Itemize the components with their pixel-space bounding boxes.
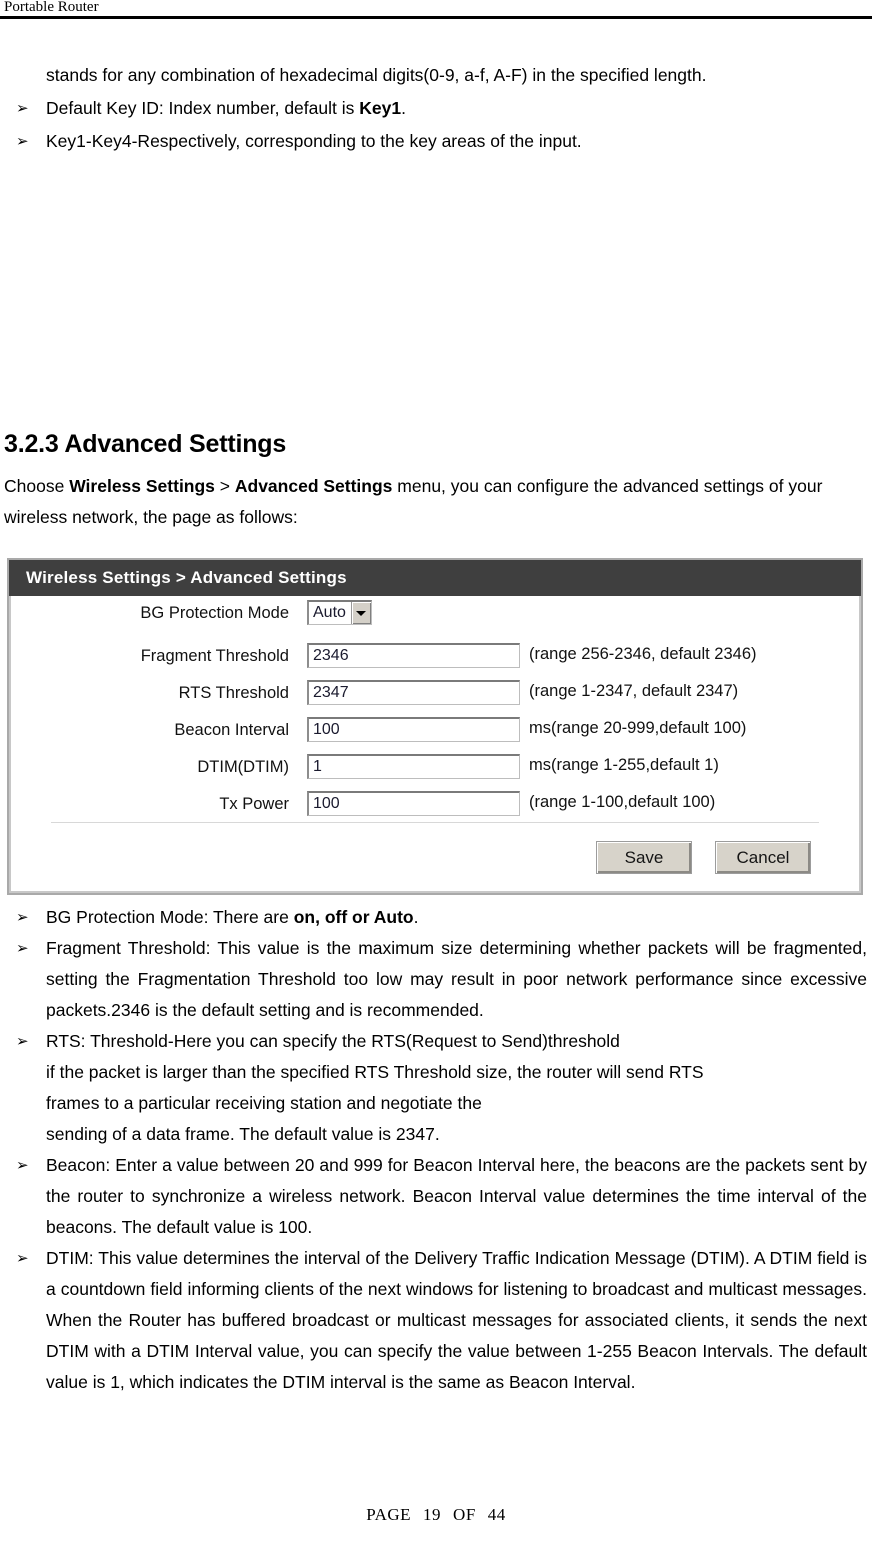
list-item-text: Beacon: Enter a value between 20 and 999… [46, 1155, 867, 1237]
list-item: ➢ BG Protection Mode: There are on, off o… [0, 902, 872, 933]
fragment-threshold-hint: (range 256-2346, default 2346) [529, 645, 757, 663]
form-row-rts-threshold: RTS Threshold 2347 (range 1-2347, defaul… [11, 676, 859, 713]
rts-threshold-field: 2347 [307, 680, 520, 705]
arrow-bullet-icon: ➢ [16, 99, 29, 117]
tx-power-label: Tx Power [219, 795, 289, 813]
header-rule [0, 16, 872, 19]
list-item-emphasis: on, off or Auto [293, 907, 414, 927]
page-title: 3.2.3 Advanced Settings [4, 430, 287, 458]
dtim-hint: ms(range 1-255,default 1) [529, 756, 719, 774]
fragment-threshold-input[interactable]: 2346 [307, 643, 520, 668]
form-row-tx-power: Tx Power 100 (range 1-100,default 100) [11, 787, 859, 824]
list-item-line: sending of a data frame. The default val… [46, 1124, 440, 1144]
list-item: ➢ Fragment Threshold: This value is the m… [0, 933, 872, 1026]
list-item: ➢ DTIM: This value determines the interva… [0, 1243, 872, 1398]
running-header: Portable Router [0, 0, 872, 16]
beacon-interval-input[interactable]: 100 [307, 717, 520, 742]
list-item-text: Key1-Key4-Respectively, corresponding to… [46, 131, 582, 151]
beacon-interval-field: 100 [307, 717, 520, 742]
upper-content: stands for any combination of hexadecima… [0, 22, 872, 157]
rts-threshold-hint: (range 1-2347, default 2347) [529, 682, 739, 700]
arrow-bullet-icon: ➢ [16, 1032, 29, 1050]
footer-page-number: 19 [423, 1505, 442, 1524]
form-row-fragment-threshold: Fragment Threshold 2346 (range 256-2346,… [11, 639, 859, 676]
list-item-text: DTIM: This value determines the interval… [46, 1248, 867, 1392]
list-item: ➢ Key1-Key4-Respectively, corresponding t… [0, 126, 872, 157]
intro-separator: > [214, 476, 235, 496]
intro-menu-path-1: Wireless Settings [69, 476, 215, 496]
list-item: ➢ RTS: Threshold-Here you can specify the… [0, 1026, 872, 1150]
list-item: ➢ Beacon: Enter a value between 20 and 99… [0, 1150, 872, 1243]
form-row-beacon-interval: Beacon Interval 100 ms(range 20-999,defa… [11, 713, 859, 750]
arrow-bullet-icon: ➢ [16, 939, 29, 957]
arrow-bullet-icon: ➢ [16, 132, 29, 150]
list-item-text: Default Key ID: Index number, default is [46, 98, 360, 118]
tx-power-input[interactable]: 100 [307, 791, 520, 816]
list-item-text-tail: . [413, 907, 419, 927]
arrow-bullet-icon: ➢ [16, 908, 29, 926]
router-ui-screenshot: Wireless Settings > Advanced Settings BG… [7, 558, 863, 895]
panel-divider [51, 822, 819, 823]
panel-button-row: Save Cancel [11, 841, 859, 874]
list-item-line: RTS: Threshold-Here you can specify the … [46, 1031, 620, 1051]
description-list: ➢ BG Protection Mode: There are on, off o… [0, 902, 872, 1398]
beacon-interval-label: Beacon Interval [174, 721, 289, 739]
panel-titlebar: Wireless Settings > Advanced Settings [9, 560, 861, 596]
tx-power-field: 100 [307, 791, 520, 816]
list-item-text-tail: . [401, 98, 406, 118]
list-item-text: Fragment Threshold: This value is the ma… [46, 938, 867, 1020]
footer-page-word: PAGE [366, 1505, 412, 1524]
list-item-emphasis: Key1 [359, 98, 402, 118]
continuation-line: stands for any combination of hexadecima… [46, 65, 707, 85]
list-item: ➢ Default Key ID: Index number, default i… [0, 93, 872, 124]
form-row-bg-protection-mode: BG Protection Mode Auto [11, 596, 859, 639]
fragment-threshold-field: 2346 [307, 643, 520, 668]
dtim-label: DTIM(DTIM) [197, 758, 289, 776]
dtim-input[interactable]: 1 [307, 754, 520, 779]
list-item-line: frames to a particular receiving station… [46, 1093, 482, 1113]
intro-menu-path-2: Advanced Settings [234, 476, 393, 496]
page-footer: PAGE 19 OF 44 [0, 1504, 872, 1526]
dtim-field: 1 [307, 754, 520, 779]
footer-total-pages: 44 [487, 1505, 506, 1524]
list-item-text: BG Protection Mode: There are [46, 907, 294, 927]
rts-threshold-input[interactable]: 2347 [307, 680, 520, 705]
section-intro: Choose Wireless Settings > Advanced Sett… [0, 461, 872, 533]
tx-power-hint: (range 1-100,default 100) [529, 793, 716, 811]
cancel-button[interactable]: Cancel [715, 841, 811, 874]
bg-protection-mode-value: Auto [313, 604, 346, 621]
bg-protection-mode-label: BG Protection Mode [140, 604, 289, 622]
arrow-bullet-icon: ➢ [16, 1156, 29, 1174]
footer-of-word: OF [453, 1505, 476, 1524]
intro-prefix: Choose [4, 476, 70, 496]
save-button[interactable]: Save [596, 841, 692, 874]
arrow-bullet-icon: ➢ [16, 1249, 29, 1267]
list-item-line: if the packet is larger than the specifi… [46, 1062, 704, 1082]
chevron-down-icon[interactable] [350, 602, 371, 624]
running-header-title: Portable Router [4, 0, 99, 15]
bg-protection-mode-select[interactable]: Auto [307, 600, 372, 625]
form-row-dtim: DTIM(DTIM) 1 ms(range 1-255,default 1) [11, 750, 859, 787]
bg-protection-mode-field: Auto [307, 600, 372, 625]
beacon-interval-hint: ms(range 20-999,default 100) [529, 719, 747, 737]
panel-body: BG Protection Mode Auto Fragment Thresho… [9, 596, 861, 893]
rts-threshold-label: RTS Threshold [178, 684, 289, 702]
fragment-threshold-label: Fragment Threshold [140, 647, 289, 665]
section-block: 3.2.3 Advanced Settings Choose Wireless … [0, 427, 872, 533]
